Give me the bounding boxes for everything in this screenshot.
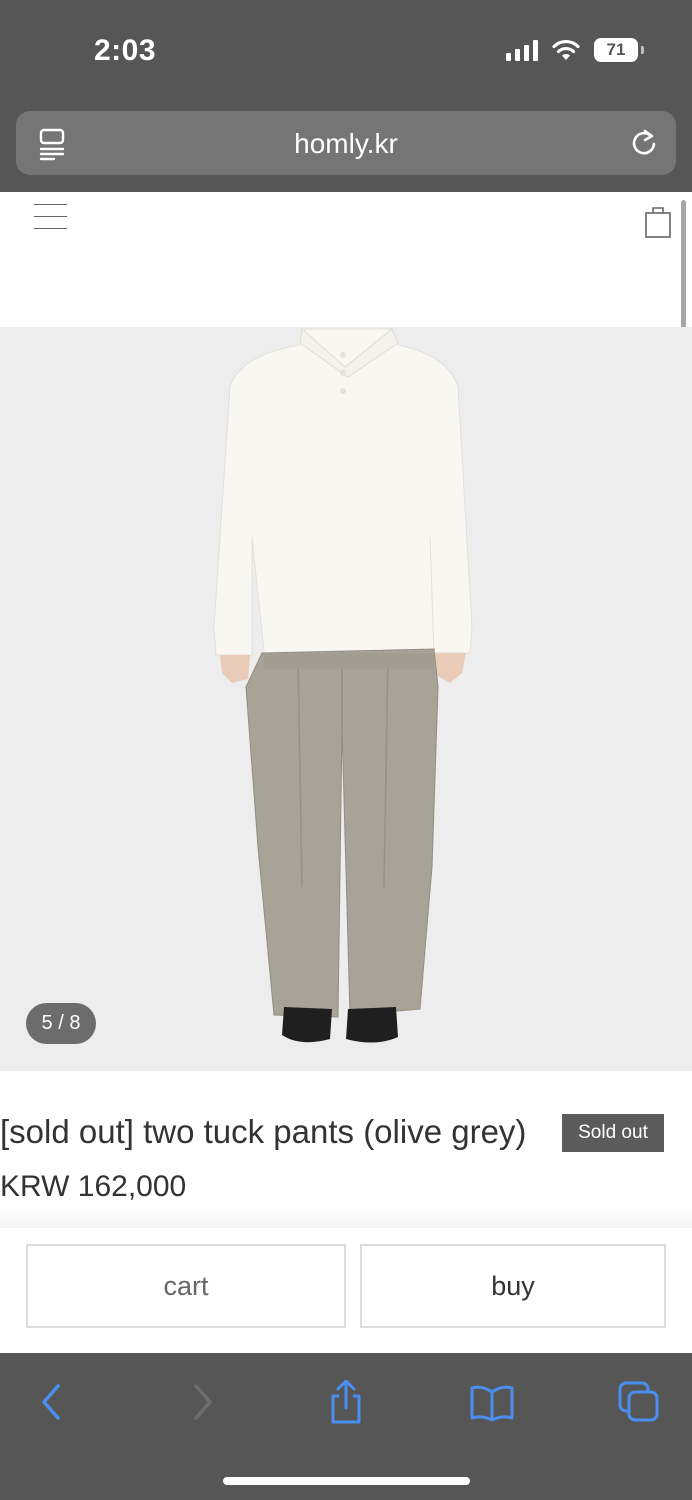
reload-icon[interactable] — [628, 127, 660, 159]
status-time: 2:03 — [94, 34, 157, 67]
cellular-signal-icon — [506, 39, 538, 61]
buy-button[interactable]: buy — [360, 1244, 666, 1328]
share-icon[interactable] — [324, 1380, 368, 1424]
battery-icon: 71 — [594, 38, 644, 62]
slide-counter: 5 / 8 — [26, 1003, 96, 1044]
cart-button[interactable]: cart — [26, 1244, 346, 1328]
address-bar[interactable]: homly.kr — [16, 111, 676, 175]
wifi-icon — [552, 39, 580, 60]
product-image[interactable] — [0, 327, 692, 1071]
url-text[interactable]: homly.kr — [16, 128, 676, 160]
status-icons: 71 — [506, 38, 644, 62]
hamburger-menu-icon[interactable] — [34, 204, 68, 230]
sold-out-badge: Sold out — [562, 1114, 664, 1152]
tabs-icon[interactable] — [617, 1380, 661, 1424]
bookmarks-icon[interactable] — [470, 1380, 514, 1424]
home-indicator — [223, 1477, 470, 1485]
model-photo — [213, 328, 473, 1043]
divider — [0, 1210, 692, 1228]
browser-chrome: 2:03 71 homly.kr — [0, 0, 692, 192]
forward-icon[interactable] — [180, 1380, 224, 1424]
product-price: KRW 162,000 — [0, 1170, 187, 1203]
battery-level: 71 — [606, 40, 626, 59]
shopping-bag-icon[interactable] — [644, 205, 672, 239]
product-title: [sold out] two tuck pants (olive grey) — [0, 1113, 527, 1150]
back-icon[interactable] — [30, 1380, 74, 1424]
